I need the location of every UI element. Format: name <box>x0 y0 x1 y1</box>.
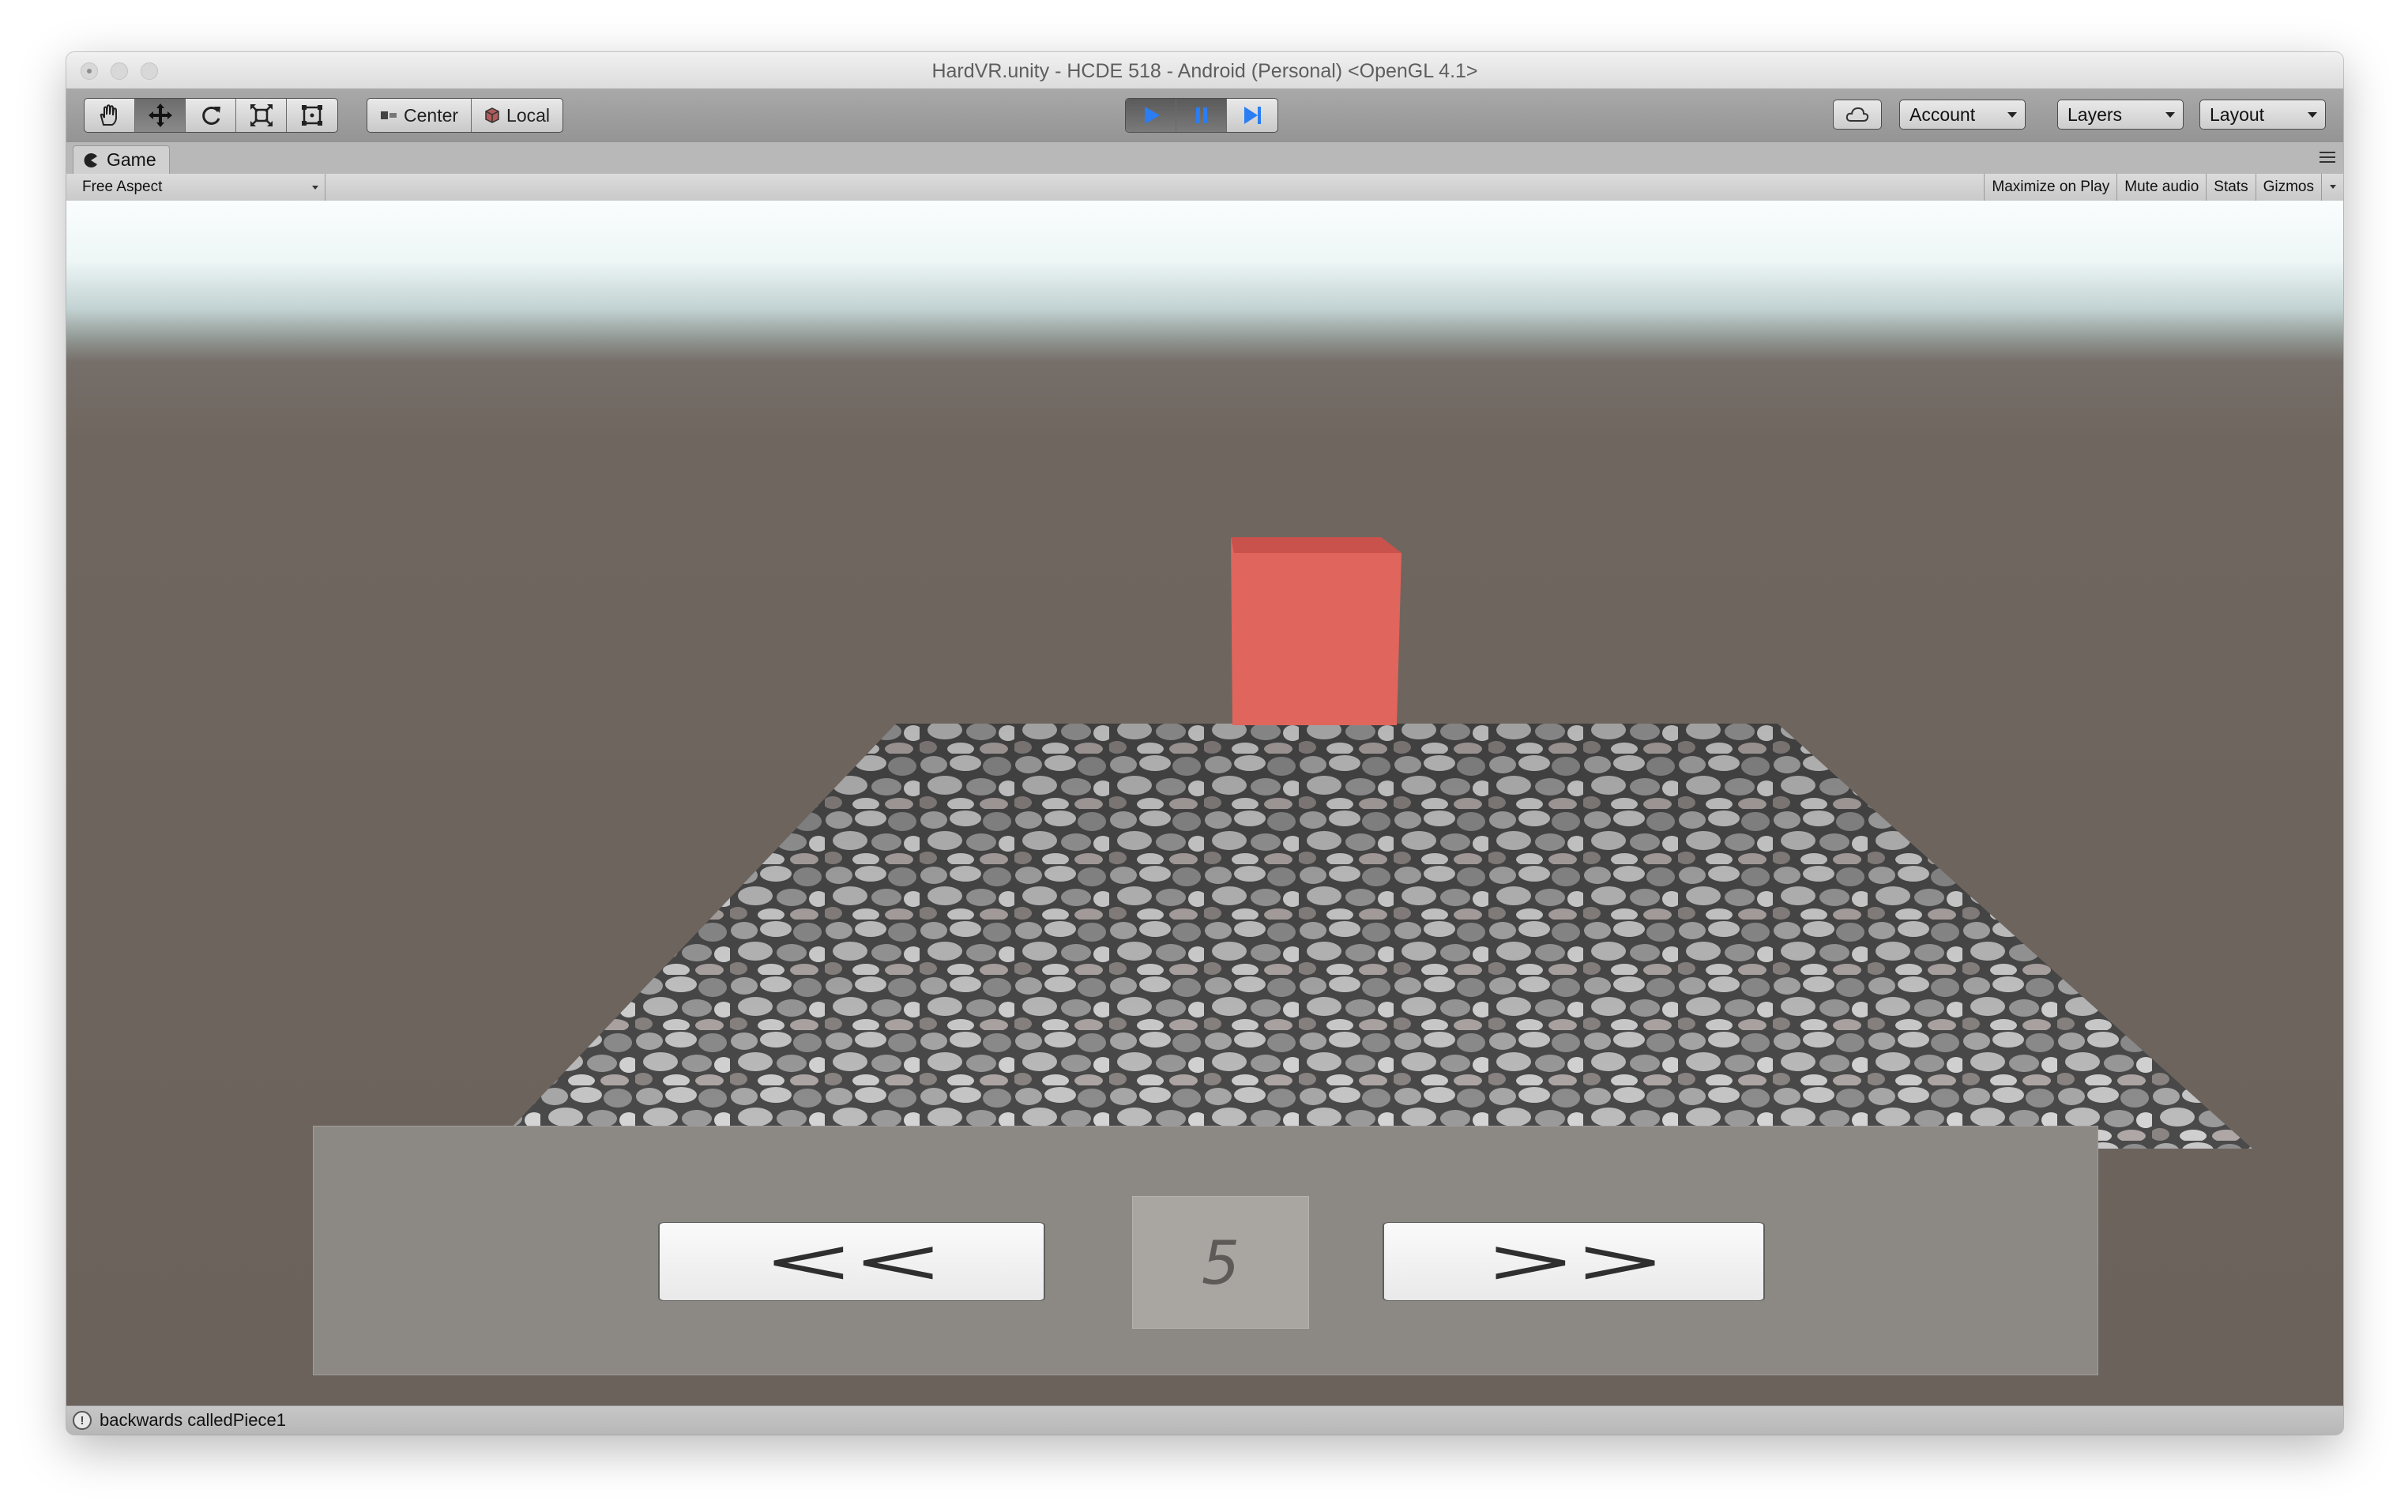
gizmos-toggle[interactable]: Gizmos <box>2255 174 2321 201</box>
title-bar: HardVR.unity - HCDE 518 - Android (Perso… <box>66 52 2343 89</box>
center-pivot-icon <box>381 111 397 119</box>
play-icon <box>1144 107 1160 124</box>
previous-button-label: << <box>762 1225 945 1297</box>
tab-game[interactable]: Game <box>73 145 170 174</box>
game-viewport[interactable]: << 5 >> <box>66 201 2343 1405</box>
pivot-center-button[interactable]: Center <box>367 99 472 132</box>
main-toolbar: Center Local Account Layers Layout <box>66 88 2343 143</box>
game-view-toolbar: Free Aspect Maximize on Play Mute audio … <box>66 174 2343 201</box>
stats-toggle[interactable]: Stats <box>2206 174 2255 201</box>
step-icon <box>1244 107 1261 124</box>
rect-tool-button[interactable] <box>287 99 337 132</box>
game-view-options: Maximize on Play Mute audio Stats Gizmos <box>1984 174 2343 201</box>
navigation-panel: << 5 >> <box>313 1126 2098 1375</box>
mute-audio-toggle[interactable]: Mute audio <box>2116 174 2206 201</box>
cloud-icon <box>1846 107 1869 122</box>
pause-icon <box>1195 107 1207 123</box>
chevron-down-icon <box>312 186 318 190</box>
page-number-display: 5 <box>1132 1196 1309 1329</box>
pivot-toggles: Center Local <box>367 98 564 133</box>
rect-transform-icon <box>302 105 322 126</box>
move-arrows-icon <box>148 103 172 127</box>
tab-game-label: Game <box>107 149 156 170</box>
next-button[interactable]: >> <box>1383 1221 1765 1302</box>
status-bar[interactable]: ! backwards calledPiece1 <box>66 1405 2343 1435</box>
hand-tool-button[interactable] <box>85 99 135 132</box>
pivot-local-button[interactable]: Local <box>472 99 562 132</box>
previous-button[interactable]: << <box>658 1221 1045 1302</box>
pivot-center-label: Center <box>404 104 459 126</box>
chevron-down-icon <box>2308 112 2317 118</box>
rotate-icon <box>201 106 220 125</box>
play-button[interactable] <box>1126 99 1176 132</box>
layout-dropdown[interactable]: Layout <box>2199 100 2326 130</box>
local-cube-icon <box>485 107 499 123</box>
account-label: Account <box>1909 104 1976 125</box>
aspect-label: Free Aspect <box>82 179 163 195</box>
chevron-down-icon <box>2007 112 2017 118</box>
rotate-tool-button[interactable] <box>186 99 236 132</box>
pacman-icon <box>84 152 97 167</box>
cloud-services-button[interactable] <box>1833 100 1882 130</box>
transform-tools <box>84 98 338 133</box>
pause-button[interactable] <box>1176 99 1227 132</box>
red-cube <box>1231 537 1402 725</box>
info-icon: ! <box>73 1411 92 1430</box>
hand-icon <box>100 104 117 126</box>
tab-menu-icon[interactable] <box>2320 152 2335 164</box>
account-dropdown[interactable]: Account <box>1899 100 2026 130</box>
aspect-dropdown[interactable]: Free Aspect <box>73 174 325 201</box>
maximize-on-play-toggle[interactable]: Maximize on Play <box>1984 174 2116 201</box>
pivot-local-label: Local <box>506 104 551 126</box>
scale-icon <box>250 104 273 126</box>
game-tab-bar: Game <box>66 142 2343 175</box>
playmode-controls <box>1125 98 1278 133</box>
next-button-label: >> <box>1484 1225 1667 1297</box>
unity-editor-window: HardVR.unity - HCDE 518 - Android (Perso… <box>66 52 2343 1435</box>
console-message: backwards calledPiece1 <box>100 1410 287 1430</box>
step-button[interactable] <box>1227 99 1277 132</box>
chevron-down-icon <box>2165 112 2175 118</box>
gizmos-dropdown-button[interactable] <box>2321 174 2343 201</box>
layers-dropdown[interactable]: Layers <box>2057 100 2184 130</box>
layout-label: Layout <box>2210 104 2265 125</box>
move-tool-button[interactable] <box>135 99 186 132</box>
window-title: HardVR.unity - HCDE 518 - Android (Perso… <box>931 60 1478 82</box>
layers-label: Layers <box>2067 104 2123 125</box>
scale-tool-button[interactable] <box>236 99 287 132</box>
